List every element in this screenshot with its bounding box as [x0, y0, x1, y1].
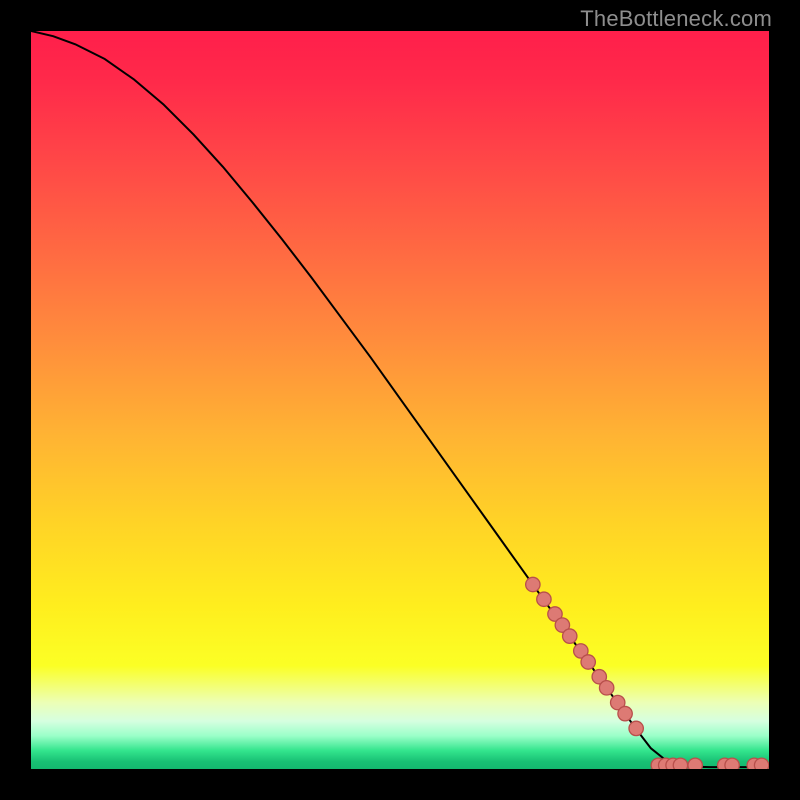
background-gradient: [31, 31, 769, 769]
chart-stage: TheBottleneck.com: [0, 0, 800, 800]
plot-area: [31, 31, 769, 769]
watermark-text: TheBottleneck.com: [580, 6, 772, 32]
